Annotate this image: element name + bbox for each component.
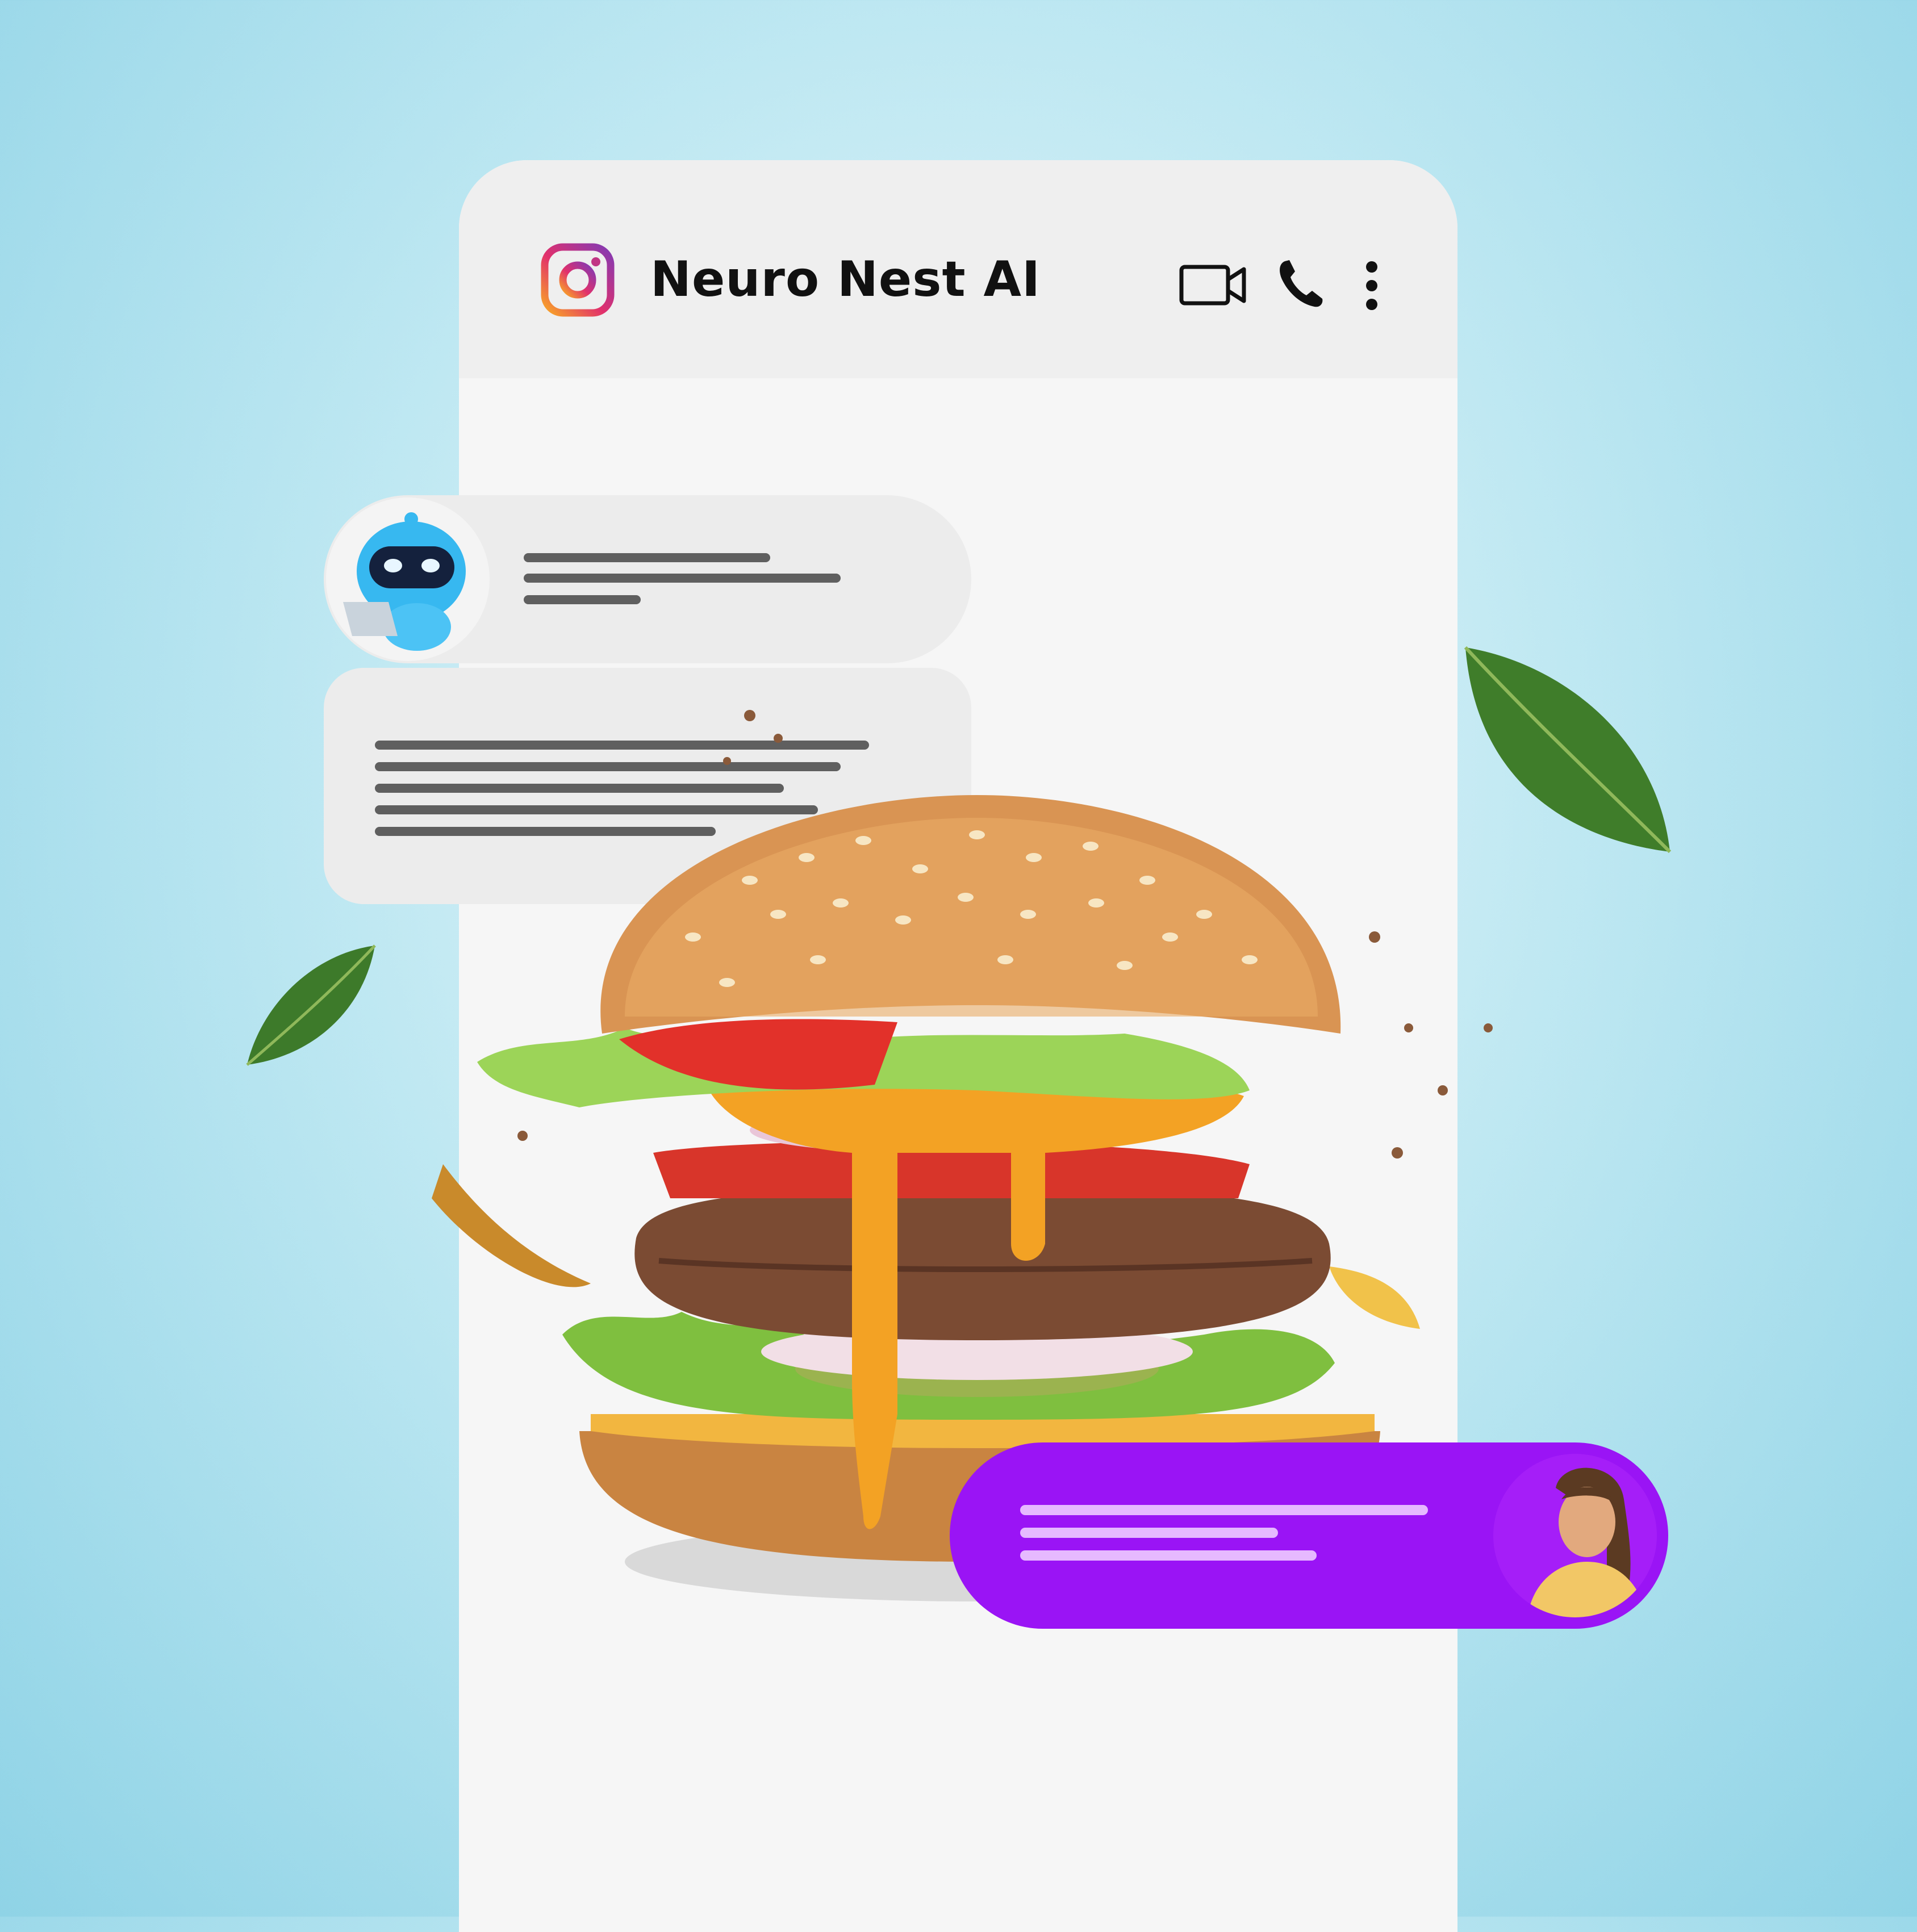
message-line [1020,1505,1428,1515]
leaf-left-icon [246,944,376,1066]
phone-icon[interactable] [1277,258,1325,309]
robot-icon [343,512,466,651]
bot-message-bubble[interactable] [324,495,971,663]
user-avatar [1493,1454,1657,1617]
instagram-icon[interactable] [541,243,615,317]
message-line [1020,1550,1317,1561]
robot-avatar [326,497,490,661]
message-line [1020,1528,1278,1538]
message-line [524,553,770,562]
more-vertical-icon[interactable] [1362,260,1381,311]
message-line [524,595,641,604]
message-line [524,574,841,583]
chat-header: Neuro Nest AI [459,160,1457,378]
video-camera-icon[interactable] [1179,262,1246,308]
chat-title: Neuro Nest AI [650,251,1041,308]
user-message-bubble[interactable] [950,1442,1668,1629]
person-icon [1527,1467,1647,1617]
